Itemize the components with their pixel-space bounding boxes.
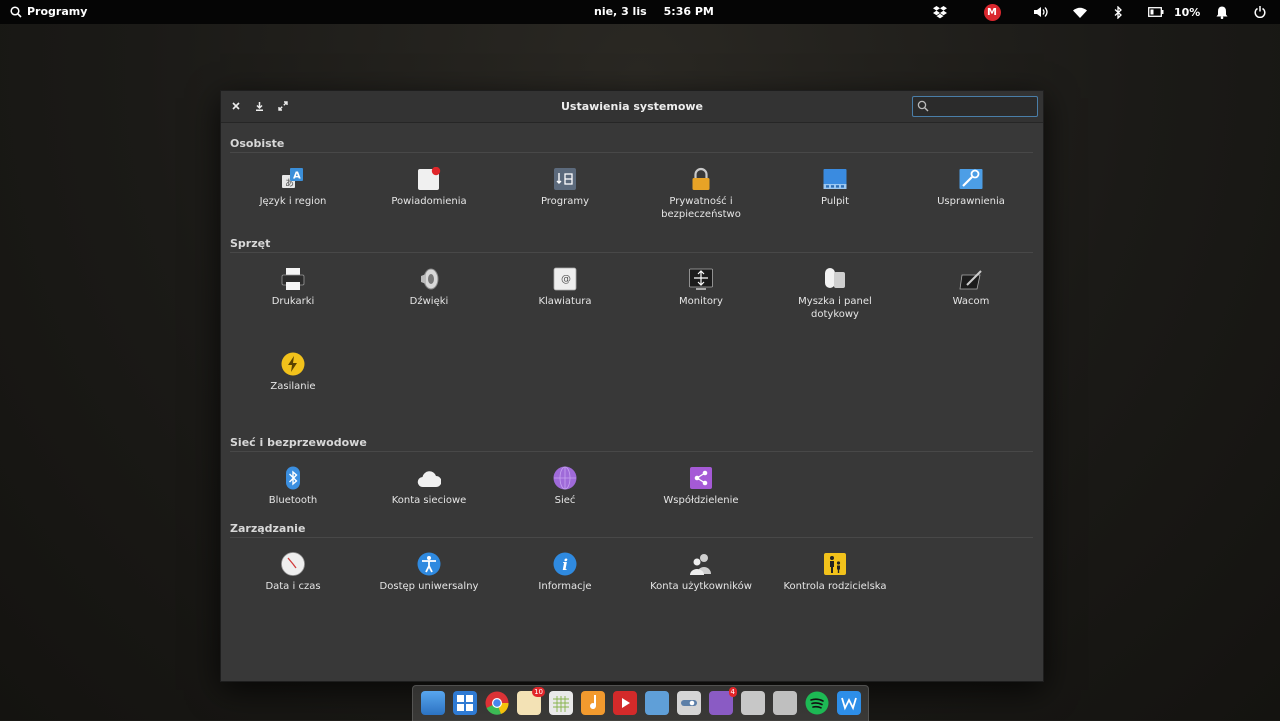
volume-icon[interactable] [1032, 4, 1050, 20]
section-label: Sieć i bezprzewodowe [230, 436, 367, 449]
tweaks-icon [959, 167, 983, 191]
settings-item-accessibility[interactable]: Dostęp uniwersalny [369, 552, 489, 593]
battery-icon [1148, 7, 1164, 17]
date-text: nie, 3 lis [594, 5, 647, 18]
notifications-app-icon [417, 166, 441, 191]
settings-item-keyboard[interactable]: @ Klawiatura [505, 267, 625, 308]
search-icon [10, 5, 22, 18]
bluetooth-panel-icon[interactable] [1112, 4, 1124, 20]
system-settings-window: Ustawienia systemowe Osobiste あA Język i… [220, 90, 1044, 682]
time-text: 5:36 PM [663, 5, 714, 18]
settings-item-mouse[interactable]: Myszka i panel dotykowy [775, 267, 895, 321]
mega-indicator[interactable]: M [982, 3, 1002, 21]
dock-calendar-icon[interactable] [549, 691, 573, 715]
dock-files-icon[interactable] [421, 691, 445, 715]
section-divider [230, 537, 1033, 538]
battery-percent: 10% [1174, 5, 1201, 19]
dock-folder-icon[interactable] [741, 691, 765, 715]
accessibility-icon [417, 552, 441, 576]
power-icon[interactable] [1253, 4, 1267, 20]
display-icon [689, 267, 713, 291]
applications-label: Programy [27, 5, 88, 18]
language-icon: あA [281, 167, 305, 191]
wifi-icon[interactable] [1072, 4, 1088, 20]
printer-icon [281, 267, 305, 291]
settings-item-sound[interactable]: Dźwięki [369, 267, 489, 308]
bluetooth-icon [281, 466, 305, 490]
lock-icon [689, 167, 713, 191]
info-icon: i [553, 552, 577, 576]
tasks-badge: 4 [728, 687, 737, 697]
svg-text:@: @ [561, 274, 571, 285]
speaker-icon [417, 267, 441, 291]
settings-item-sharing[interactable]: Współdzielenie [641, 466, 761, 507]
applications-menu[interactable]: Programy [10, 5, 87, 18]
settings-item-printers[interactable]: Drukarki [233, 267, 353, 308]
dock-installer-icon[interactable] [773, 691, 797, 715]
notifications-icon[interactable] [1215, 4, 1229, 20]
dock-multitasking-icon[interactable] [453, 691, 477, 715]
settings-item-parental-controls[interactable]: Kontrola rodzicielska [775, 552, 895, 593]
dock-videos-icon[interactable] [613, 691, 637, 715]
section-divider [230, 252, 1033, 253]
settings-item-privacy[interactable]: Prywatność i bezpieczeństwo [641, 167, 761, 221]
battery-indicator[interactable]: 10% [1148, 4, 1204, 20]
settings-item-language[interactable]: あA Język i region [233, 167, 353, 208]
section-label: Osobiste [230, 137, 285, 150]
clock-icon [281, 552, 305, 576]
settings-item-desktop[interactable]: Pulpit [775, 167, 895, 208]
parental-controls-icon [823, 552, 847, 576]
settings-item-power[interactable]: Zasilanie [233, 352, 353, 393]
keyboard-icon: @ [553, 267, 577, 291]
svg-text:i: i [562, 556, 568, 574]
titlebar[interactable]: Ustawienia systemowe [221, 91, 1043, 123]
applications-icon [553, 167, 577, 191]
desktop-icon [823, 167, 847, 191]
dock-settings-icon[interactable] [677, 691, 701, 715]
settings-item-notifications[interactable]: Powiadomienia [369, 166, 489, 208]
search-icon [917, 100, 929, 112]
section-label: Zarządzanie [230, 522, 306, 535]
dock-chrome-icon[interactable] [485, 691, 509, 715]
settings-item-user-accounts[interactable]: Konta użytkowników [641, 552, 761, 593]
settings-item-applications[interactable]: Programy [505, 167, 625, 208]
dock-photos-icon[interactable] [645, 691, 669, 715]
dock: 10 4 [412, 685, 869, 721]
settings-item-network[interactable]: Sieć [505, 466, 625, 507]
search-input[interactable] [912, 96, 1038, 117]
section-divider [230, 152, 1033, 153]
mega-icon: M [983, 3, 1001, 21]
network-globe-icon [553, 466, 577, 490]
dock-spotify-icon[interactable] [805, 691, 829, 715]
section-label: Sprzęt [230, 237, 271, 250]
settings-item-datetime[interactable]: Data i czas [233, 552, 353, 593]
power-bolt-icon [281, 352, 305, 376]
settings-item-about[interactable]: i Informacje [505, 552, 625, 593]
settings-item-wacom[interactable]: Wacom [911, 267, 1031, 308]
cloud-icon [417, 466, 442, 490]
dock-writer-icon[interactable] [837, 691, 861, 715]
mouse-icon [823, 267, 847, 291]
svg-text:A: A [293, 171, 301, 182]
mail-badge: 10 [532, 687, 545, 697]
share-icon [689, 466, 713, 490]
settings-item-bluetooth[interactable]: Bluetooth [233, 466, 353, 507]
datetime-indicator[interactable]: nie, 3 lis 5:36 PM [594, 5, 714, 18]
section-divider [230, 451, 1033, 452]
dropbox-icon[interactable] [932, 4, 948, 20]
dock-mail-icon[interactable]: 10 [517, 687, 545, 715]
settings-item-displays[interactable]: Monitory [641, 267, 761, 308]
dock-appcenter-icon[interactable]: 4 [709, 687, 737, 715]
settings-item-tweaks[interactable]: Usprawnienia [911, 167, 1031, 208]
dock-music-icon[interactable] [581, 691, 605, 715]
tablet-icon [959, 267, 983, 291]
top-panel: Programy nie, 3 lis 5:36 PM M 10% [0, 0, 1280, 24]
settings-item-online-accounts[interactable]: Konta sieciowe [369, 466, 489, 507]
users-icon [689, 552, 713, 576]
